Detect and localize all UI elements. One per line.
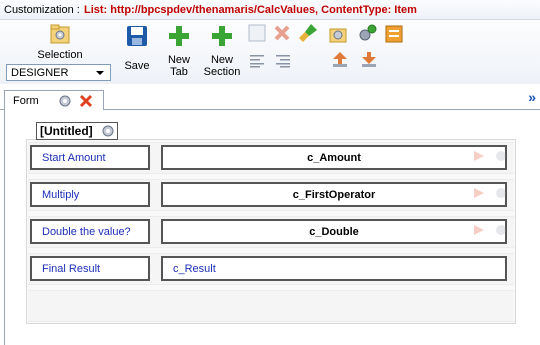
section-gear-icon[interactable]	[101, 124, 115, 138]
field-arrow-icon	[474, 151, 484, 161]
new-tab-button[interactable]: New Tab	[164, 24, 194, 78]
field-gear-icon	[496, 188, 506, 198]
field-control-box[interactable]: c_Result	[161, 256, 507, 281]
selection-dropdown[interactable]: DESIGNER	[6, 64, 111, 81]
floppy-disk-icon	[127, 26, 147, 46]
title-bar: Customization : List: http://bpcspdev/th…	[0, 0, 540, 20]
tab-close-icon[interactable]	[79, 94, 93, 108]
align-right-icon[interactable]	[275, 54, 291, 68]
selection-button[interactable]: Selection	[36, 22, 84, 61]
save-button[interactable]: Save	[122, 24, 152, 72]
save-label: Save	[124, 60, 150, 72]
list-info: List: http://bpcspdev/thenamaris/CalcVal…	[84, 4, 417, 16]
plus-icon	[212, 26, 232, 46]
new-section-button[interactable]: New Section	[202, 24, 242, 78]
tab-form-label: Form	[13, 95, 39, 107]
new-tab-label-1: New	[167, 54, 190, 66]
field-control-box[interactable]: c_Double	[161, 219, 507, 244]
gears-icon[interactable]	[357, 22, 379, 44]
form-layout-icon[interactable]	[384, 24, 404, 44]
move-down-icon[interactable]	[360, 50, 378, 68]
field-name: c_Amount	[307, 152, 361, 164]
field-name: c_Result	[173, 263, 216, 275]
field-arrow-icon	[474, 188, 484, 198]
new-section-label-2: Section	[203, 66, 241, 78]
field-label-box[interactable]: Multiply	[30, 182, 150, 207]
selection-value: DESIGNER	[11, 67, 69, 79]
move-up-icon[interactable]	[331, 50, 349, 68]
delete-icon[interactable]	[273, 24, 291, 42]
chevron-down-icon	[96, 71, 104, 75]
field-gear-icon	[496, 151, 506, 161]
expand-panel-chevron-icon[interactable]: »	[528, 89, 536, 105]
field-control-box[interactable]: c_Amount	[161, 145, 507, 170]
field-name: c_FirstOperator	[292, 189, 376, 201]
selection-label: Selection	[37, 49, 83, 61]
field-label-box[interactable]: Double the value?	[30, 219, 150, 244]
section-title[interactable]: [Untitled]	[36, 122, 118, 140]
selection-gear-icon	[50, 24, 70, 44]
field-arrow-icon	[474, 225, 484, 235]
plus-icon	[169, 26, 189, 46]
brush-icon[interactable]	[297, 22, 319, 44]
field-gear-icon	[496, 225, 506, 235]
new-section-label-1: New	[210, 54, 233, 66]
tab-form[interactable]: Form	[4, 90, 104, 111]
field-name: c_Double	[309, 226, 359, 238]
folder-gear-icon[interactable]	[328, 24, 348, 44]
new-tab-label-2: Tab	[170, 66, 188, 78]
section-title-text: [Untitled]	[40, 124, 93, 138]
field-box-icon[interactable]	[248, 24, 266, 42]
customization-label: Customization :	[4, 4, 80, 16]
field-control-box[interactable]: c_FirstOperator	[161, 182, 507, 207]
field-label-box[interactable]: Final Result	[30, 256, 150, 281]
field-label-box[interactable]: Start Amount	[30, 145, 150, 170]
tab-strip: Form »	[0, 86, 540, 111]
empty-form-row	[28, 290, 514, 322]
tab-settings-gear-icon[interactable]	[58, 94, 72, 108]
align-left-icon[interactable]	[249, 54, 265, 68]
